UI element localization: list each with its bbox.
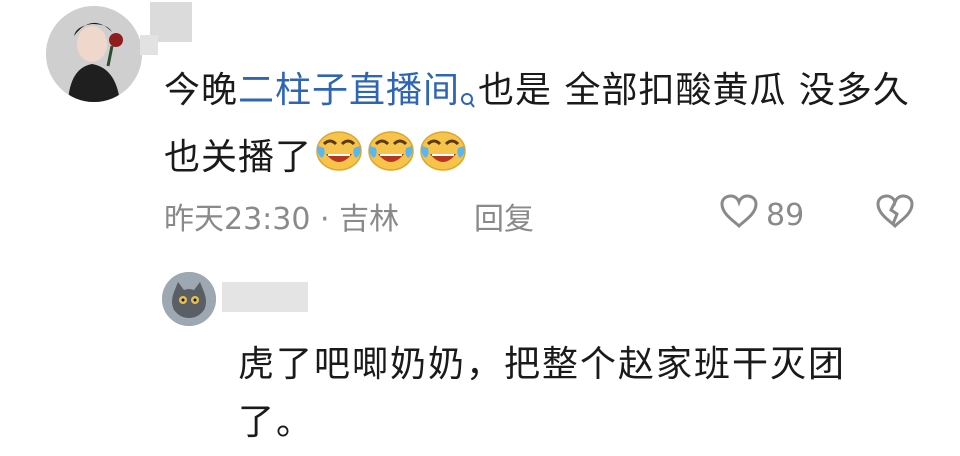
reply-button[interactable]: 回复 (474, 194, 534, 238)
timestamp-location: 昨天23:30 · 吉林 (164, 202, 400, 237)
cry-laugh-emoji-icon (418, 128, 468, 190)
search-icon[interactable] (460, 70, 476, 128)
comment-text-before: 今晚 (164, 70, 239, 111)
cry-laugh-emoji-icon (366, 128, 416, 190)
comment-meta-row: 昨天23:30 · 吉林 回复 89 (164, 190, 944, 238)
heart-icon[interactable] (720, 194, 758, 236)
reply-text: 虎了吧唧奶奶，把整个赵家班干灭团了。 (238, 344, 847, 443)
reply-avatar[interactable] (162, 272, 216, 326)
comment-text: 今晚二柱子直播间 也是 全部扣酸黄瓜 没多久也关播了 (164, 62, 924, 190)
avatar[interactable] (46, 6, 142, 102)
emoji-group (312, 131, 468, 178)
like-button[interactable]: 89 (720, 194, 804, 236)
comment-link[interactable]: 二柱子直播间 (238, 70, 460, 111)
dislike-button[interactable] (876, 194, 914, 236)
cry-laugh-emoji-icon (314, 128, 364, 190)
broken-heart-icon[interactable] (876, 194, 914, 236)
blurred-username (222, 282, 308, 312)
blurred-username (140, 35, 158, 55)
like-count: 89 (766, 197, 805, 233)
